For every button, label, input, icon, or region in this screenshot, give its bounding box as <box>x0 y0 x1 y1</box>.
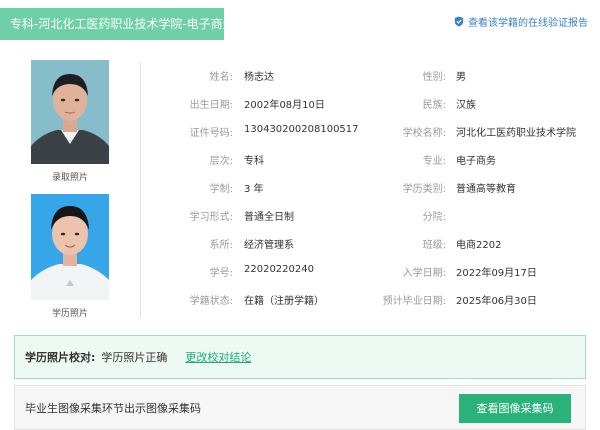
verify-report-link[interactable]: 查看该学籍的在线验证报告 <box>454 14 588 29</box>
image-capture-text: 毕业生图像采集环节出示图像采集码 <box>25 401 201 415</box>
school-value: 河北化工医药职业技术学院 <box>456 128 576 139</box>
grad-date-label: 预计毕业日期: <box>382 296 446 307</box>
major-label: 专业: <box>422 156 446 167</box>
shield-icon <box>454 16 464 27</box>
photo-check-value: 学历照片正确 <box>101 351 168 364</box>
branch-label: 分院: <box>422 212 446 223</box>
gender-label: 性别: <box>422 72 446 83</box>
level-label: 层次: <box>209 156 233 167</box>
gender-value: 男 <box>456 72 466 83</box>
department-label: 系所: <box>209 240 233 251</box>
student-id-value: 22020220240 <box>244 264 314 275</box>
major-value: 电子商务 <box>456 156 496 167</box>
photo-check-bar: 学历照片校对: 学历照片正确 更改校对结论 <box>14 335 586 379</box>
admission-photo-caption: 录取照片 <box>51 173 88 183</box>
birthdate-value: 2002年08月10日 <box>244 100 325 111</box>
admission-photo <box>31 60 109 164</box>
status-label: 学籍状态: <box>189 296 233 307</box>
birthdate-label: 出生日期: <box>189 100 233 111</box>
verify-report-label[interactable]: 查看该学籍的在线验证报告 <box>468 14 588 29</box>
column-divider <box>140 62 141 318</box>
photo-check-label: 学历照片校对: <box>25 351 96 364</box>
change-check-link[interactable]: 更改校对结论 <box>185 349 251 365</box>
name-label: 姓名: <box>209 72 233 83</box>
enroll-date-value: 2022年09月17日 <box>456 268 537 279</box>
department-value: 经济管理系 <box>244 240 294 251</box>
ethnicity-label: 民族: <box>422 100 446 111</box>
image-capture-bar: 毕业生图像采集环节出示图像采集码 查看图像采集码 <box>14 385 586 430</box>
school-label: 学校名称: <box>402 128 446 139</box>
id-number-value: 130430200208100517 <box>244 124 359 135</box>
level-value: 专科 <box>244 156 264 167</box>
enroll-date-label: 入学日期: <box>402 268 446 279</box>
name-value: 杨志达 <box>244 72 274 83</box>
category-value: 普通高等教育 <box>456 184 516 195</box>
id-number-label: 证件号码: <box>189 128 233 139</box>
education-photo-caption: 学历照片 <box>51 309 88 319</box>
student-id-label: 学号: <box>209 268 233 279</box>
ethnicity-value: 汉族 <box>456 100 476 111</box>
grad-date-value: 2025年06月30日 <box>456 296 537 307</box>
category-label: 学历类别: <box>402 184 446 195</box>
duration-label: 学制: <box>209 184 233 195</box>
class-value: 电商2202 <box>456 240 502 251</box>
class-label: 班级: <box>422 240 446 251</box>
education-photo <box>31 194 109 300</box>
study-form-label: 学习形式: <box>189 212 233 223</box>
status-value: 在籍（注册学籍） <box>244 296 324 307</box>
study-form-value: 普通全日制 <box>244 212 294 223</box>
duration-value: 3 年 <box>244 184 264 195</box>
record-title-tab: 专科-河北化工医药职业技术学院-电子商务 <box>0 8 235 40</box>
view-capture-code-button[interactable]: 查看图像采集码 <box>459 394 571 423</box>
